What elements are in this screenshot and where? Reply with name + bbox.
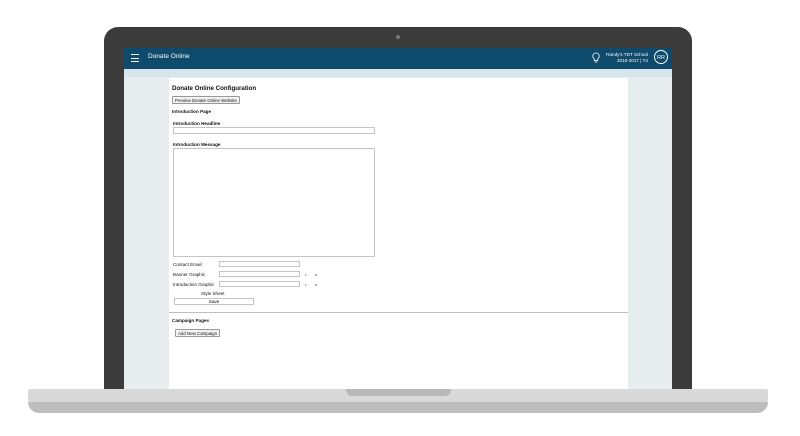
app-title: Donate Online — [148, 53, 190, 60]
introduction-headline-input[interactable] — [173, 127, 375, 134]
hamburger-menu-icon[interactable] — [131, 54, 139, 63]
contact-email-input[interactable] — [219, 261, 300, 267]
section-divider — [169, 312, 628, 313]
introduction-graphic-remove-button[interactable]: x — [315, 282, 317, 287]
save-button[interactable]: Save — [174, 298, 254, 305]
introduction-headline-label: Introduction Headline — [173, 121, 221, 126]
introduction-graphic-browse-button[interactable]: • — [305, 282, 306, 287]
school-term: 2016-2017 | T4 — [617, 58, 648, 63]
laptop-notch — [346, 389, 451, 396]
config-panel: Donate Online Configuration Preview Dona… — [169, 78, 628, 389]
add-new-campaign-button[interactable]: Add New Campaign — [175, 329, 221, 337]
page-title: Donate Online Configuration — [172, 85, 257, 92]
introduction-message-textarea[interactable] — [173, 148, 375, 257]
top-nav-bar: Donate Online Randy's TDT School 2016-20… — [124, 48, 672, 69]
banner-graphic-input[interactable] — [219, 271, 300, 277]
contact-email-label: Contact Email — [173, 262, 202, 267]
style-sheet-button[interactable]: Style Sheet — [201, 291, 225, 296]
introduction-message-label: Introduction Message — [173, 142, 221, 147]
sub-header-strip — [124, 69, 672, 77]
introduction-page-heading: Introduction Page — [172, 109, 212, 114]
user-avatar[interactable]: RR — [654, 50, 668, 64]
banner-graphic-browse-button[interactable]: • — [305, 272, 306, 277]
camera — [396, 35, 400, 39]
preview-website-button[interactable]: Preview Donate Online Website — [172, 96, 240, 104]
campaign-pages-heading: Campaign Pages — [172, 318, 210, 323]
introduction-graphic-label: Introduction Graphic — [173, 282, 215, 287]
introduction-graphic-input[interactable] — [219, 281, 300, 287]
laptop-base-lip — [28, 402, 768, 413]
screen: Donate Online Randy's TDT School 2016-20… — [124, 48, 672, 389]
school-info: Randy's TDT School 2016-2017 | T4 — [606, 52, 648, 64]
banner-graphic-label: Banner Graphic — [173, 272, 206, 277]
banner-graphic-remove-button[interactable]: x — [315, 272, 317, 277]
lightbulb-icon[interactable] — [592, 52, 600, 64]
